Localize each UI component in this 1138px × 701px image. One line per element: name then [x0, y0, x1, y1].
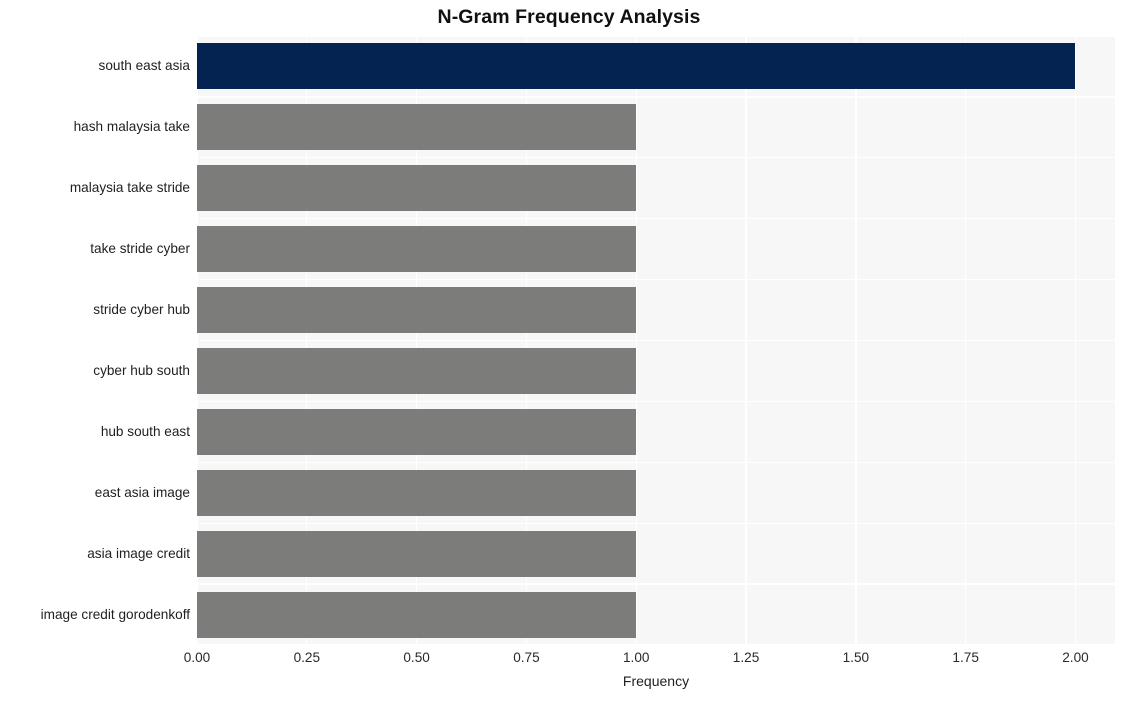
x-axis-tick-label: 1.75 — [952, 650, 979, 665]
plot-area — [196, 35, 1115, 646]
y-axis-tick-label: hash malaysia take — [73, 119, 190, 135]
x-axis-tick-label: 0.00 — [183, 650, 211, 665]
x-axis-tick-label: 0.50 — [403, 650, 430, 665]
y-axis-tick-label: east asia image — [94, 484, 190, 500]
y-axis-tick-label: stride cyber hub — [93, 302, 190, 318]
y-axis-tick-labels: south east asia hash malaysia take malaysi… — [0, 36, 190, 645]
bar[interactable] — [197, 104, 637, 151]
x-axis-tick-label: 1.25 — [732, 650, 760, 665]
x-axis-title: Frequency — [622, 673, 690, 689]
y-axis-tick-label: hub south east — [100, 423, 190, 439]
x-axis-tick-label: 1.50 — [842, 650, 870, 665]
y-axis-tick-label: malaysia take stride — [69, 180, 190, 196]
bar[interactable] — [197, 43, 1076, 90]
x-axis-tick-label: 1.00 — [623, 650, 650, 665]
bar[interactable] — [197, 165, 637, 212]
x-axis-tick-label: 2.00 — [1062, 650, 1089, 665]
bar[interactable] — [197, 469, 637, 516]
y-axis-tick-label: take stride cyber — [90, 241, 190, 257]
chart-figure: N-Gram Frequency Analysis south east asi… — [0, 0, 1138, 701]
bar[interactable] — [197, 347, 637, 394]
x-axis-tick-label: 0.25 — [293, 650, 321, 665]
x-axis-tick-labels: 0.00 0.25 0.50 0.75 1.00 1.25 1.50 1.75 2.00 — [184, 649, 1115, 671]
bar[interactable] — [197, 591, 637, 638]
y-axis-tick-label: asia image credit — [87, 545, 190, 561]
y-axis-tick-label: cyber hub south — [93, 362, 190, 378]
page-title: N-Gram Frequency Analysis — [437, 6, 701, 28]
bar[interactable] — [197, 408, 637, 455]
bar[interactable] — [197, 287, 637, 334]
bar-series — [197, 36, 1115, 645]
y-axis-tick-label: image credit gorodenkoff — [40, 606, 190, 622]
bar[interactable] — [197, 530, 637, 577]
bar[interactable] — [197, 226, 637, 273]
x-axis-tick-label: 0.75 — [513, 650, 540, 665]
y-axis-tick-label: south east asia — [98, 58, 190, 74]
